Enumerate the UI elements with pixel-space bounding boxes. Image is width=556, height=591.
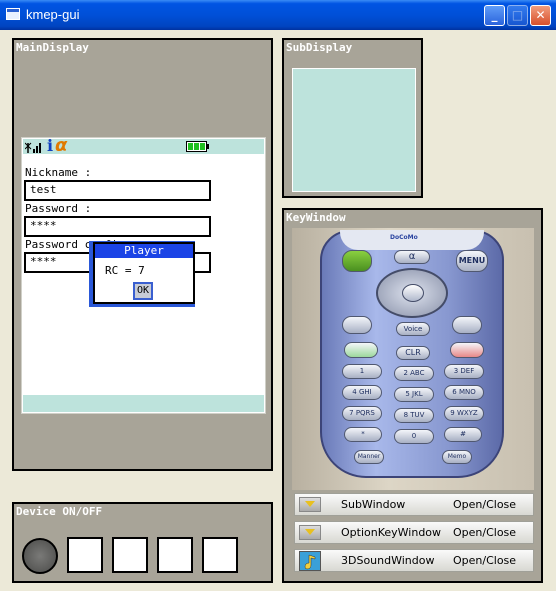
- phone-keypad-image: DoCoMo α MENU Voice CLR 1 2 ABC 3 DEF 4 …: [292, 228, 534, 490]
- key-hash[interactable]: #: [444, 427, 482, 442]
- main-display-panel: MainDisplay i α Nickname : test Password…: [12, 38, 273, 471]
- subwindow-label: SubWindow: [341, 498, 406, 511]
- phone-screen[interactable]: i α Nickname : test Password : **** Pass…: [21, 135, 266, 414]
- dialog-message: RC = 7: [105, 264, 145, 277]
- i-mode-icon: i: [47, 136, 54, 155]
- dialog-title: Player: [95, 244, 193, 258]
- password-label: Password :: [25, 202, 92, 215]
- nickname-label: Nickname :: [25, 166, 92, 179]
- clr-key[interactable]: CLR: [396, 346, 430, 360]
- memo-key[interactable]: Memo: [442, 450, 472, 464]
- password-field[interactable]: ****: [24, 216, 211, 237]
- end-call-key[interactable]: [450, 342, 484, 358]
- close-button[interactable]: ✕: [530, 5, 551, 26]
- alpha-key[interactable]: α: [394, 250, 430, 264]
- call-key[interactable]: [344, 342, 378, 358]
- sub-display-panel: SubDisplay: [282, 38, 423, 198]
- close-icon: ✕: [535, 8, 546, 22]
- minimize-icon: _: [491, 8, 498, 22]
- signal-antenna-icon: [25, 142, 41, 153]
- device-slot-4[interactable]: [202, 537, 238, 573]
- 3dsoundwindow-label: 3DSoundWindow: [341, 554, 435, 567]
- device-slot-2[interactable]: [112, 537, 148, 573]
- app-icon: [6, 8, 20, 20]
- player-dialog: Player RC = 7 OK: [93, 242, 195, 304]
- 3dsoundwindow-action[interactable]: Open/Close: [453, 554, 516, 567]
- battery-icon: [186, 141, 209, 152]
- minimize-button[interactable]: _: [484, 5, 505, 26]
- device-title: Device ON/OFF: [16, 505, 103, 518]
- key-3[interactable]: 3 DEF: [444, 364, 484, 379]
- imode-key[interactable]: [342, 250, 372, 272]
- subwindow-action[interactable]: Open/Close: [453, 498, 516, 511]
- voice-key[interactable]: Voice: [396, 322, 430, 336]
- subwindow-toggle-icon[interactable]: [299, 497, 321, 512]
- device-power-indicator[interactable]: [22, 538, 58, 574]
- center-select-key[interactable]: [402, 284, 424, 302]
- key-1[interactable]: 1: [342, 364, 382, 379]
- browser-key[interactable]: [452, 316, 482, 334]
- optionkeywindow-toggle-icon[interactable]: [299, 525, 321, 540]
- softkey-bar: [23, 395, 264, 412]
- key-window-panel: KeyWindow DoCoMo α MENU Voice CLR 1 2 AB…: [282, 208, 543, 583]
- window-title: kmep-gui: [26, 7, 80, 22]
- subwindow-row[interactable]: SubWindow Open/Close: [294, 493, 534, 516]
- maximize-icon: □: [511, 8, 524, 22]
- docomo-logo: DoCoMo: [390, 234, 418, 241]
- direction-pad[interactable]: [376, 268, 448, 318]
- 3dsoundwindow-row[interactable]: 3DSoundWindow Open/Close: [294, 549, 534, 572]
- menu-key[interactable]: MENU: [456, 250, 488, 272]
- mail-key[interactable]: [342, 316, 372, 334]
- optionkeywindow-label: OptionKeyWindow: [341, 526, 442, 539]
- nickname-field[interactable]: test: [24, 180, 211, 201]
- device-slot-1[interactable]: [67, 537, 103, 573]
- key-4[interactable]: 4 GHI: [342, 385, 382, 400]
- sub-display-screen: [292, 68, 416, 192]
- music-note-icon[interactable]: [299, 551, 321, 571]
- alpha-mode-icon: α: [55, 135, 68, 156]
- key-5[interactable]: 5 JKL: [394, 387, 434, 402]
- key-8[interactable]: 8 TUV: [394, 408, 434, 423]
- title-bar[interactable]: kmep-gui _ □ ✕: [0, 0, 556, 30]
- optionkeywindow-action[interactable]: Open/Close: [453, 526, 516, 539]
- key-0[interactable]: 0: [394, 429, 434, 444]
- main-display-title: MainDisplay: [16, 41, 89, 54]
- key-7[interactable]: 7 PQRS: [342, 406, 382, 421]
- device-slot-3[interactable]: [157, 537, 193, 573]
- key-window-title: KeyWindow: [286, 211, 346, 224]
- key-9[interactable]: 9 WXYZ: [444, 406, 484, 421]
- dialog-ok-button[interactable]: OK: [133, 282, 153, 300]
- key-2[interactable]: 2 ABC: [394, 366, 434, 381]
- manner-key[interactable]: Manner: [354, 450, 384, 464]
- status-bar: i α: [23, 135, 264, 156]
- key-6[interactable]: 6 MNO: [444, 385, 484, 400]
- optionkeywindow-row[interactable]: OptionKeyWindow Open/Close: [294, 521, 534, 544]
- sub-display-title: SubDisplay: [286, 41, 353, 54]
- key-star[interactable]: *: [344, 427, 382, 442]
- maximize-button[interactable]: □: [507, 5, 528, 26]
